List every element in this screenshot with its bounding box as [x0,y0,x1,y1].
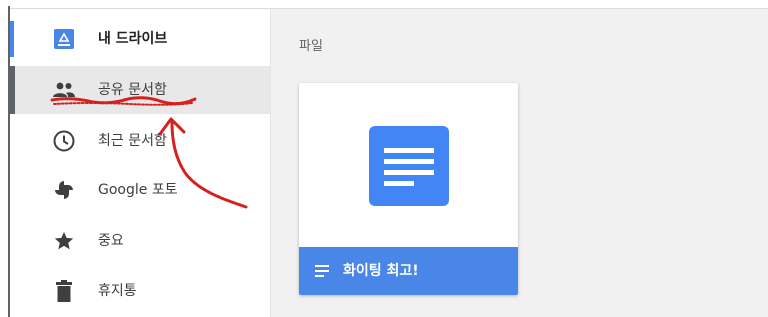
sidebar-item-label: 휴지통 [98,283,137,299]
docs-icon [369,126,449,206]
sidebar-item-trash[interactable]: 휴지통 [10,267,270,315]
sidebar-item-label: 공유 문서함 [98,82,167,98]
sidebar: 내 드라이브 공유 문서함 최근 문서함 Google 포토 중요 휴지통 [10,9,271,317]
sidebar-item-label: 최근 문서함 [98,133,167,149]
section-title-files: 파일 [299,39,323,54]
sidebar-item-google-photos[interactable]: Google 포토 [10,166,270,214]
sidebar-item-label: 내 드라이브 [98,31,168,47]
selection-indicator [10,21,14,57]
sidebar-item-my-drive[interactable]: 내 드라이브 [10,15,270,63]
sidebar-item-label: 중요 [98,233,124,249]
clock-icon [52,129,76,153]
sidebar-item-recent[interactable]: 최근 문서함 [10,117,270,165]
photos-icon [52,178,76,202]
file-card-footer[interactable]: 화이팅 최고! [299,247,518,295]
main-content: 파일 화이팅 최고! [271,9,768,317]
people-icon [52,78,76,102]
drive-icon [52,27,76,51]
star-icon [52,229,76,253]
active-indicator [10,66,15,114]
docs-small-icon [315,265,329,277]
sidebar-item-label: Google 포토 [98,182,178,198]
sidebar-item-starred[interactable]: 중요 [10,217,270,265]
file-name: 화이팅 최고! [343,263,419,279]
trash-icon [52,279,76,303]
file-card[interactable]: 화이팅 최고! [299,83,518,295]
sidebar-item-shared-with-me[interactable]: 공유 문서함 [10,66,270,114]
